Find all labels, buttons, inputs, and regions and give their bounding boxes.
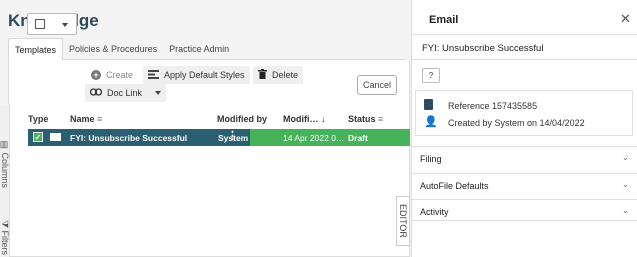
tab-practice-admin[interactable]: Practice Admin <box>163 38 235 60</box>
cancel-button[interactable]: Cancel <box>357 75 397 95</box>
editor-tab[interactable]: EDITOR <box>396 196 410 246</box>
section-filing-label: Filing <box>420 154 442 164</box>
column-header-name[interactable]: Name ≡ <box>70 114 102 124</box>
columns-tab[interactable]: ▥ Columns <box>0 140 10 188</box>
columns-tab-label: Columns <box>0 152 10 189</box>
link-icon <box>89 88 103 98</box>
column-header-type[interactable]: Type <box>28 114 48 124</box>
table-row[interactable]: ✓ FYI: Unsubscribe Successful ⋮ System 1… <box>28 129 410 146</box>
column-header-modified-by[interactable]: Modified by <box>217 114 267 124</box>
create-button[interactable]: + Create <box>91 66 133 84</box>
help-button[interactable]: ? <box>422 68 440 83</box>
arrow-down-icon: ↓ <box>321 114 326 124</box>
close-icon[interactable]: ✕ <box>620 11 631 27</box>
email-icon <box>50 133 61 141</box>
filters-tab[interactable]: ⧩ Filters <box>0 220 10 255</box>
grid-header: Type Name ≡ Modified by Modifi… ↓ Status… <box>24 109 410 129</box>
section-autofile-label: AutoFile Defaults <box>420 181 489 191</box>
column-header-modified[interactable]: Modifi… ↓ <box>283 114 326 124</box>
templates-content <box>8 60 410 257</box>
row-name: FYI: Unsubscribe Successful <box>70 133 188 143</box>
filters-tab-label: Filters <box>0 230 10 256</box>
section-autofile-defaults[interactable]: AutoFile Defaults ⌄ <box>412 173 637 195</box>
chevron-down-icon: ⌄ <box>622 206 629 215</box>
apply-default-styles-label: Apply Default Styles <box>164 70 245 80</box>
row-modified-by: System <box>218 133 249 143</box>
column-header-name-label: Name <box>70 114 95 124</box>
email-panel-title: Email <box>429 14 459 26</box>
doc-link-label: Doc Link <box>107 88 143 98</box>
delete-button[interactable]: Delete <box>253 66 304 84</box>
row-checkbox[interactable]: ✓ <box>33 132 43 142</box>
column-header-status-label: Status <box>348 114 376 124</box>
reference-text: Reference 157435585 <box>448 101 538 111</box>
column-header-modified-label: Modifi… <box>283 114 319 124</box>
chevron-down-icon <box>155 91 161 95</box>
email-panel: Email ✕ FYI: Unsubscribe Successful ? Re… <box>411 0 637 257</box>
knowledge-panel: Knowledge Templates Policies & Procedure… <box>0 0 411 257</box>
document-icon <box>424 99 433 110</box>
tab-templates[interactable]: Templates <box>8 38 64 60</box>
chevron-down-icon: ⌄ <box>622 180 629 189</box>
row-modified: 14 Apr 2022 0… <box>283 133 345 143</box>
plus-circle-icon: + <box>91 70 101 80</box>
email-subject-bar: FYI: Unsubscribe Successful <box>412 34 637 60</box>
section-activity-label: Activity <box>420 207 449 217</box>
help-icon: ? <box>428 71 434 80</box>
chevron-down-icon <box>62 23 68 27</box>
filter-icon: ≡ <box>378 114 384 124</box>
email-subject: FYI: Unsubscribe Successful <box>422 43 544 54</box>
filter-icon: ⧩ <box>0 220 10 231</box>
filter-icon: ≡ <box>97 114 103 124</box>
doc-link-button[interactable]: Doc Link <box>85 84 166 102</box>
select-all-dropdown[interactable] <box>27 13 77 35</box>
trash-icon <box>258 69 267 81</box>
column-header-status[interactable]: Status ≡ <box>348 114 383 124</box>
created-text: Created by System on 14/04/2022 <box>448 118 585 128</box>
chevron-down-icon: ⌄ <box>622 153 629 162</box>
email-details: Reference 157435585 👤 Created by System … <box>415 90 633 136</box>
tab-policies-procedures[interactable]: Policies & Procedures <box>63 38 163 60</box>
row-status: Draft <box>348 133 368 143</box>
styles-icon <box>148 69 159 81</box>
checkbox-icon[interactable] <box>35 19 45 29</box>
tab-bar: Templates Policies & Procedures Practice… <box>8 38 406 60</box>
section-activity[interactable]: Activity ⌄ <box>412 199 637 221</box>
delete-label: Delete <box>272 70 299 80</box>
section-filing[interactable]: Filing ⌄ <box>412 146 637 168</box>
create-label: Create <box>106 70 134 80</box>
columns-icon: ▥ <box>0 140 10 153</box>
apply-default-styles-button[interactable]: Apply Default Styles <box>143 66 250 84</box>
add-person-icon: 👤 <box>424 116 438 128</box>
